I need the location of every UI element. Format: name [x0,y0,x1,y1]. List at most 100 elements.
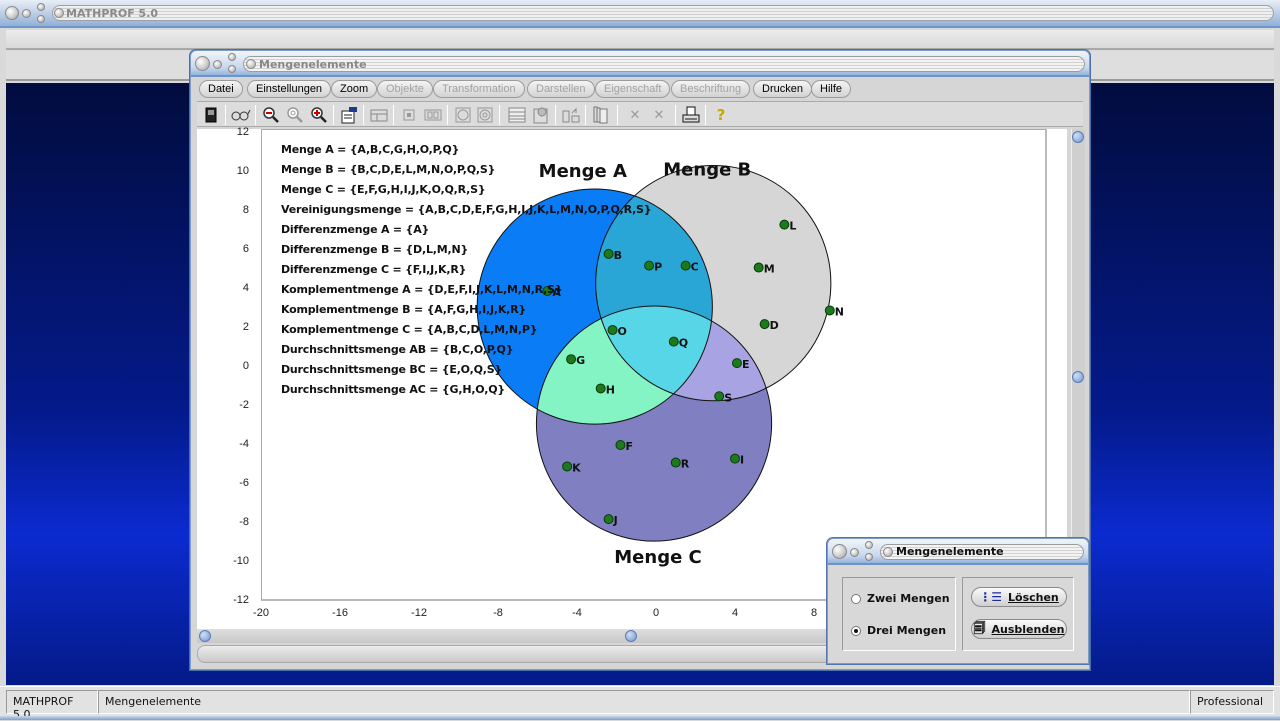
export-icon[interactable] [561,105,581,125]
app-title: MATHPROF 5.0 [66,7,159,20]
zoom-in-icon[interactable] [309,105,329,125]
menu-darstellen[interactable]: Darstellen [527,80,595,98]
menu-beschriftung[interactable]: Beschriftung [671,80,751,98]
loeschen-button[interactable]: ⋮☰ Löschen [971,587,1067,607]
point-marker[interactable] [759,319,770,330]
point-marker[interactable] [730,453,740,464]
scroll-left-knob[interactable] [199,630,211,642]
ausblenden-label: Ausblenden [991,622,1065,636]
set-count-group: Zwei Mengen Drei Mengen [842,577,956,651]
point-marker[interactable] [824,305,835,316]
menu-transformation[interactable]: Transformation [433,80,525,98]
vertical-scroll-thumb[interactable] [1072,371,1084,383]
minimize-orb-icon[interactable] [213,60,222,69]
menu-datei[interactable]: Datei [199,80,243,98]
minimize-orb-icon[interactable] [22,9,31,18]
point-label: Q [679,337,688,350]
point-marker[interactable] [779,219,790,230]
double-frame-icon[interactable] [423,105,443,125]
menu-zoom[interactable]: Zoom [331,80,378,98]
dialog-title: Mengenelemente [896,545,1004,558]
set-info-line: Komplementmenge C = {A,B,C,D,L,M,N,P} [281,323,538,336]
scroll-up-knob[interactable] [1072,131,1084,143]
point-label: I [740,454,744,467]
menu-eigenschaft[interactable]: Eigenschaft [595,80,671,98]
system-menu-icon[interactable] [246,59,256,69]
point-marker[interactable] [607,324,618,335]
window-title: Mengenelemente [259,58,367,71]
exit-door-icon[interactable] [201,105,221,125]
point-marker[interactable] [670,457,681,468]
set-info-line: Differenzmenge C = {F,I,J,K,R} [281,263,467,276]
printer-icon[interactable] [681,105,701,125]
system-menu-icon[interactable] [54,8,64,18]
clear-marks-icon[interactable]: ✕ [625,105,645,125]
point-marker[interactable] [668,336,679,347]
ausblenden-button[interactable]: 🗐 Ausblenden [971,619,1067,639]
point-label: E [742,358,750,371]
point-marker[interactable] [731,358,742,369]
help-icon[interactable]: ? [711,105,731,125]
point-label: H [606,383,615,396]
number-two-icon[interactable] [475,105,495,125]
set-title-menge-c: Menge C [614,547,702,568]
table-icon[interactable] [507,105,527,125]
window-titlebar[interactable]: Mengenelemente [191,51,1089,77]
menu-hilfe[interactable]: Hilfe [811,80,852,98]
set-info-line: Vereinigungsmenge = {A,B,C,D,E,F,G,H,I,J… [281,203,652,216]
menubar: Datei Einstellungen Zoom Objekte Transfo… [197,79,1083,99]
status-module: Mengenelemente [98,690,1190,714]
zoom-out-icon[interactable] [261,105,281,125]
settings-sheet-icon[interactable] [531,105,551,125]
minimize-orb-icon[interactable] [850,548,859,557]
point-label: S [724,391,732,404]
maximize-orb-icon[interactable] [228,53,236,61]
radio-drei-mengen[interactable]: Drei Mengen [851,624,946,637]
point-label: M [764,263,775,276]
title-strip [52,5,1274,21]
radio-button[interactable] [851,593,861,604]
window-layout-icon[interactable] [369,105,389,125]
point-label: C [691,261,699,274]
radio-button[interactable] [851,625,861,636]
menu-einstellungen[interactable]: Einstellungen [247,80,332,98]
zoom-reset-icon[interactable] [285,105,305,125]
system-menu-icon[interactable] [883,547,893,557]
clear-all-marks-icon[interactable]: ✕ [649,105,669,125]
point-marker[interactable] [603,248,614,259]
window-orb-icon[interactable] [832,544,847,559]
window-orb-icon[interactable] [195,56,210,71]
window-orb-icon[interactable] [5,6,19,20]
copy-pages-icon[interactable] [591,105,611,125]
maximize-orb-icon[interactable] [865,541,873,549]
point-marker[interactable] [714,391,725,402]
point-marker[interactable] [603,514,614,525]
point-label: L [789,220,796,233]
point-marker[interactable] [566,354,577,365]
set-info-line: Menge B = {B,C,D,E,L,M,N,O,P,Q,S} [281,163,496,176]
dialog-titlebar[interactable]: Mengenelemente [828,539,1088,565]
point-marker[interactable] [595,383,606,394]
close-orb-icon[interactable] [865,553,873,561]
number-one-icon[interactable] [453,105,473,125]
point-marker[interactable] [562,461,573,472]
point-marker[interactable] [644,260,655,271]
element-point-n[interactable]: N [824,305,844,318]
set-info-line: Durchschnittsmenge AC = {G,H,O,Q} [281,383,505,396]
horizontal-scroll-thumb[interactable] [625,630,637,642]
radio-zwei-mengen[interactable]: Zwei Mengen [851,592,950,605]
menu-objekte[interactable]: Objekte [377,80,433,98]
point-marker[interactable] [753,262,764,273]
single-frame-icon[interactable] [399,105,419,125]
menu-drucken[interactable]: Drucken [753,80,812,98]
glasses-icon[interactable] [231,105,251,125]
point-marker[interactable] [615,440,626,450]
set-info-line: Komplementmenge A = {D,E,F,I,J,K,L,M,N,R… [281,283,563,296]
point-label: K [572,461,581,474]
maximize-orb-icon[interactable] [37,3,45,11]
point-marker[interactable] [680,260,691,271]
point-label: R [681,458,690,471]
properties-icon[interactable] [339,105,359,125]
restore-orb-icon[interactable] [37,15,45,23]
close-orb-icon[interactable] [228,65,236,73]
